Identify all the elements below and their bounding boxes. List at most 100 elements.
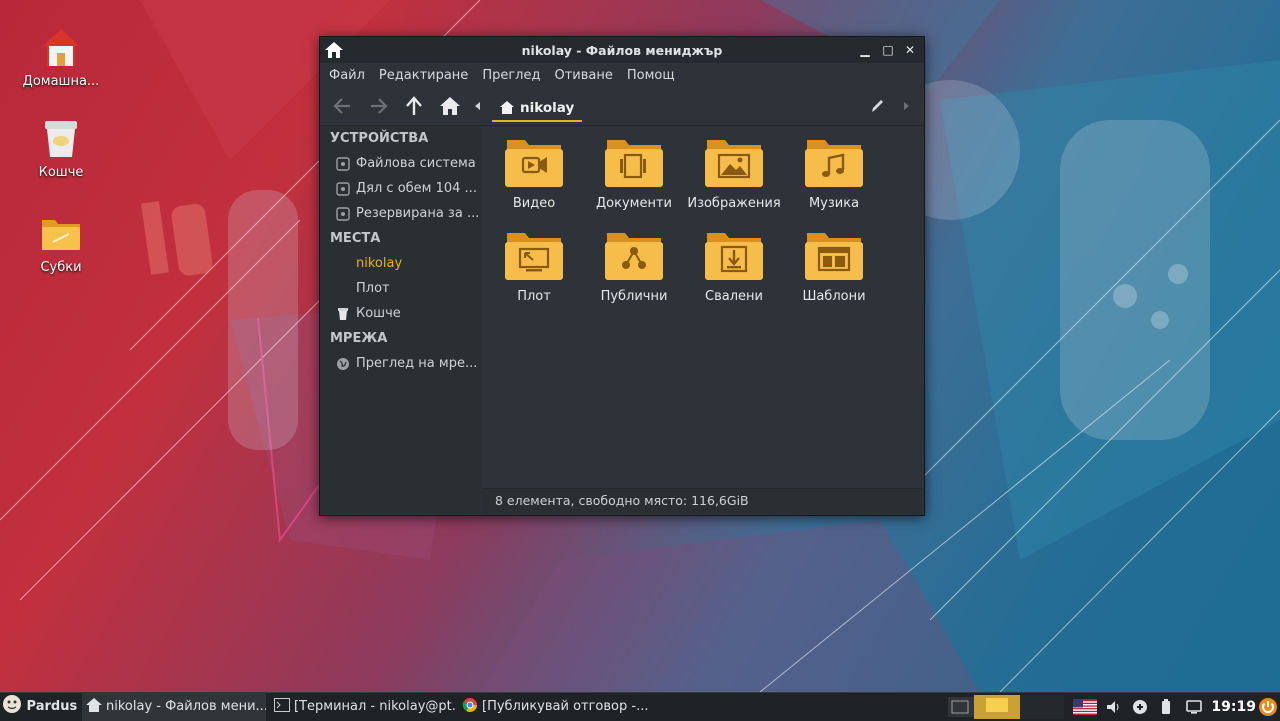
folder-label: Видео <box>512 196 556 211</box>
task-file-manager[interactable]: nikolay - Файлов мени... <box>82 693 266 721</box>
pardus-logo-icon <box>3 695 21 713</box>
home-icon <box>86 698 102 712</box>
folder-item-music[interactable]: Музика <box>784 134 884 211</box>
desktop-icon-subs[interactable]: Субки <box>11 212 111 275</box>
sidebar-item-label: Плот <box>356 281 390 296</box>
task-browser[interactable]: [Публикувай отговор -... <box>458 693 648 721</box>
sidebar-item-filesystem[interactable]: Файлова система <box>320 151 481 176</box>
maximize-button[interactable]: □ <box>879 41 897 59</box>
clock[interactable]: 19:19 <box>1211 693 1256 721</box>
menu-view[interactable]: Преглед <box>475 68 547 83</box>
sidebar-item-label: Преглед на мре... <box>356 356 478 371</box>
desktop-icon-label: Субки <box>40 260 82 275</box>
workspace-preview-icon <box>951 700 969 714</box>
folder-item-pictures[interactable]: Изображения <box>684 134 784 211</box>
drive-icon <box>336 156 350 171</box>
pencil-icon[interactable] <box>868 95 886 117</box>
globe-icon <box>337 357 349 370</box>
folder-label: Документи <box>596 196 672 211</box>
folder-label: Плот <box>517 289 551 304</box>
home-icon[interactable] <box>437 95 463 117</box>
start-label: Pardus <box>26 699 78 714</box>
sidebar-heading-network: МРЕЖА <box>330 331 388 346</box>
sidebar-item-volume[interactable]: Дял с обем 104 ... <box>320 176 481 201</box>
task-label: [Терминал - nikolay@pt... <box>294 699 455 714</box>
video-folder-icon <box>505 140 563 187</box>
menu-edit[interactable]: Редактиране <box>372 68 475 83</box>
sidebar-item-label: Резервирана за ... <box>356 206 480 221</box>
folder-item-documents[interactable]: Документи <box>584 134 684 211</box>
sidebar-item-reserved[interactable]: Резервирана за ... <box>320 201 481 226</box>
task-terminal[interactable]: [Терминал - nikolay@pt... <box>270 693 455 721</box>
file-manager-window: nikolay - Файлов мениджър ▁ □ ✕ Файл Ред… <box>319 36 925 516</box>
task-label: nikolay - Файлов мени... <box>106 699 266 714</box>
sidebar-item-label: Файлова система <box>356 156 476 171</box>
minimize-button[interactable]: ▁ <box>856 41 874 59</box>
forward-arrow-icon[interactable] <box>365 95 391 117</box>
taskbar: Pardus nikolay - Файлов мени... [Термина… <box>0 692 1280 721</box>
sidebar-item-desktop[interactable]: Плот <box>320 276 481 301</box>
workspace-1[interactable] <box>948 697 974 717</box>
status-bar: 8 елемента, свободно място: 116,6GiB <box>482 488 922 514</box>
sidebar-item-home[interactable]: nikolay <box>320 251 481 276</box>
back-arrow-icon[interactable] <box>330 95 356 117</box>
folder-item-templates[interactable]: Шаблони <box>784 227 884 304</box>
folder-item-public[interactable]: Публични <box>584 227 684 304</box>
music-folder-icon <box>805 140 863 187</box>
workspace-3[interactable] <box>1020 695 1064 719</box>
chrome-icon <box>462 698 477 712</box>
folder-label: Изображения <box>687 196 781 211</box>
window-titlebar[interactable]: nikolay - Файлов мениджър ▁ □ ✕ <box>320 37 924 63</box>
folder-item-downloads[interactable]: Свалени <box>684 227 784 304</box>
battery-icon[interactable] <box>1160 699 1172 715</box>
documents-folder-icon <box>605 140 663 187</box>
home-icon <box>500 101 514 114</box>
start-menu-button[interactable]: Pardus <box>2 693 78 721</box>
trash-icon <box>45 121 77 157</box>
pictures-folder-icon <box>705 140 763 187</box>
folder-icon <box>986 698 1008 712</box>
scroll-left-icon[interactable] <box>472 95 484 117</box>
desktop-icon-trash[interactable]: Кошче <box>11 117 111 180</box>
up-arrow-icon[interactable] <box>401 95 427 117</box>
folder-item-videos[interactable]: Видео <box>484 134 584 211</box>
sidebar-item-label: Кошче <box>356 306 401 321</box>
trash-icon <box>338 307 348 320</box>
task-label: [Публикувай отговор -... <box>482 699 648 714</box>
workspace-2[interactable] <box>974 695 1020 719</box>
folder-item-desktop[interactable]: Плот <box>484 227 584 304</box>
sidebar-heading-devices: УСТРОЙСТВА <box>330 131 429 146</box>
sidebar-heading-places: МЕСТА <box>330 231 381 246</box>
menubar: Файл Редактиране Преглед Отиване Помощ <box>320 63 924 87</box>
templates-folder-icon <box>805 233 863 280</box>
toolbar: nikolay <box>320 87 924 126</box>
desktop-icon-label: Кошче <box>38 165 84 180</box>
menu-help[interactable]: Помощ <box>620 68 682 83</box>
sidebar-item-label: nikolay <box>356 256 403 271</box>
notification-icon[interactable] <box>1186 700 1202 714</box>
us-flag-icon[interactable] <box>1073 699 1097 715</box>
scroll-right-icon[interactable] <box>900 95 912 117</box>
breadcrumb-label: nikolay <box>520 99 575 116</box>
public-folder-icon <box>605 233 663 280</box>
folder-label: Шаблони <box>802 289 866 304</box>
folder-icon <box>42 220 80 250</box>
breadcrumb-home[interactable]: nikolay <box>492 95 583 122</box>
terminal-icon <box>274 698 290 712</box>
drive-icon <box>336 206 350 221</box>
desktop-icon-home[interactable]: Домашна... <box>11 26 111 89</box>
folder-label: Свалени <box>705 289 763 304</box>
home-folder-icon <box>43 29 79 66</box>
sidebar: УСТРОЙСТВА Файлова система Дял с обем 10… <box>320 126 481 514</box>
clipboard-sync-icon[interactable] <box>1132 699 1148 715</box>
downloads-folder-icon <box>705 233 763 280</box>
drive-icon <box>336 181 350 196</box>
folder-view: Видео Документи Изображения Музика Плот … <box>482 126 922 488</box>
menu-file[interactable]: Файл <box>322 68 372 83</box>
close-button[interactable]: ✕ <box>901 41 919 59</box>
volume-icon[interactable] <box>1106 700 1122 714</box>
menu-go[interactable]: Отиване <box>547 68 619 83</box>
sidebar-item-browse-network[interactable]: Преглед на мре... <box>320 351 481 376</box>
power-icon[interactable] <box>1258 697 1278 717</box>
sidebar-item-trash[interactable]: Кошче <box>320 301 481 326</box>
